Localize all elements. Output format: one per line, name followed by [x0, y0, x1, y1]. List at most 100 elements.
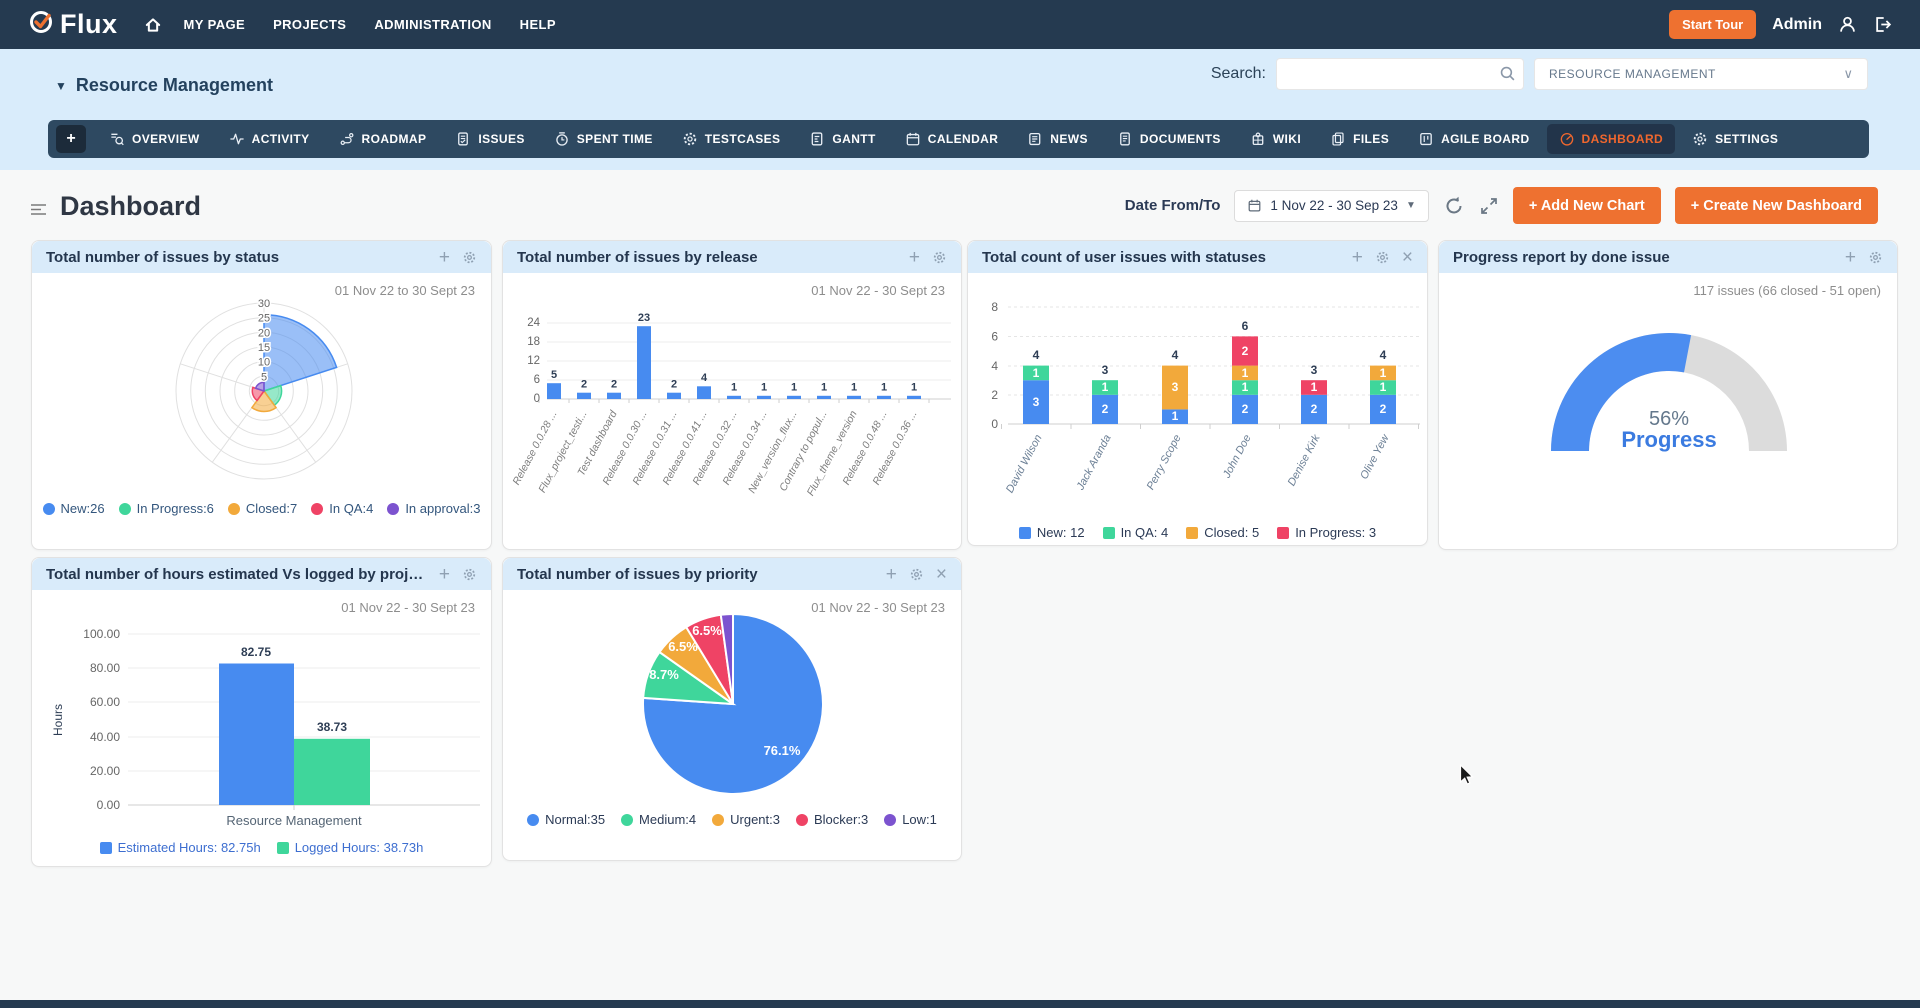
issues-icon — [455, 131, 471, 147]
user-icon[interactable] — [1838, 15, 1857, 34]
add-tab-button[interactable]: + — [56, 125, 86, 153]
legend-item[interactable]: Urgent:3 — [712, 812, 780, 827]
add-icon[interactable]: + — [886, 565, 897, 584]
close-icon[interactable]: × — [936, 565, 947, 584]
gauge-chart: 56% Progress — [1544, 326, 1794, 458]
create-new-dashboard-button[interactable]: + Create New Dashboard — [1675, 187, 1878, 224]
tab-agile-board[interactable]: AGILE BOARD — [1406, 124, 1541, 154]
menu-administration[interactable]: ADMINISTRATION — [374, 17, 491, 32]
main-menu: MY PAGE PROJECTS ADMINISTRATION HELP — [184, 17, 556, 32]
tab-files[interactable]: FILES — [1318, 124, 1401, 154]
date-range-picker[interactable]: 1 Nov 22 - 30 Sep 23 ▼ — [1234, 190, 1429, 222]
legend-item[interactable]: In Progress: 3 — [1277, 525, 1376, 540]
svg-text:1: 1 — [881, 382, 887, 394]
gear-icon[interactable] — [462, 250, 477, 265]
tab-documents[interactable]: DOCUMENTS — [1105, 124, 1233, 154]
gear-icon[interactable] — [909, 567, 924, 582]
svg-text:8: 8 — [991, 300, 998, 314]
legend-item[interactable]: In QA: 4 — [1103, 525, 1169, 540]
polar-area-chart: 30 25 20 15 10 5 — [149, 276, 379, 506]
tab-wiki[interactable]: WIKI — [1238, 124, 1313, 154]
svg-text:8.7%: 8.7% — [649, 667, 679, 682]
card-issues-by-release: Total number of issues by release + 01 N… — [502, 240, 962, 550]
svg-text:60.00: 60.00 — [90, 695, 120, 709]
add-icon[interactable]: + — [1352, 248, 1363, 267]
tab-calendar[interactable]: CALENDAR — [893, 124, 1011, 154]
svg-text:6: 6 — [534, 374, 540, 386]
legend-item[interactable]: Low:1 — [884, 812, 937, 827]
card-progress-report: Progress report by done issue + 117 issu… — [1438, 240, 1898, 550]
project-name: Resource Management — [76, 75, 273, 96]
refresh-icon[interactable] — [1443, 195, 1465, 217]
page-title: Dashboard — [60, 191, 201, 222]
svg-text:4: 4 — [1033, 348, 1040, 362]
calendar-icon — [905, 131, 921, 147]
legend-swatch — [527, 814, 539, 826]
project-band: ▼ Resource Management Search: RESOURCE M… — [0, 49, 1920, 170]
add-new-chart-button[interactable]: + Add New Chart — [1513, 187, 1661, 224]
menu-my-page[interactable]: MY PAGE — [184, 17, 246, 32]
legend-item[interactable]: Medium:4 — [621, 812, 696, 827]
tab-news[interactable]: NEWS — [1015, 124, 1100, 154]
legend-item[interactable]: In Progress:6 — [119, 501, 214, 516]
add-icon[interactable]: + — [909, 248, 920, 267]
svg-text:Resource Management: Resource Management — [226, 813, 362, 828]
svg-text:76.1%: 76.1% — [764, 743, 801, 758]
close-icon[interactable]: × — [1402, 248, 1413, 267]
legend-item[interactable]: Estimated Hours: 82.75h — [100, 840, 261, 855]
search-icon[interactable] — [1499, 65, 1516, 87]
start-tour-button[interactable]: Start Tour — [1669, 10, 1756, 39]
legend-item[interactable]: Blocker:3 — [796, 812, 868, 827]
svg-text:Hours: Hours — [51, 704, 65, 736]
add-icon[interactable]: + — [1845, 248, 1856, 267]
tab-dashboard[interactable]: DASHBOARD — [1547, 124, 1676, 154]
legend-item[interactable]: In QA:4 — [311, 501, 373, 516]
legend-item[interactable]: New: 12 — [1019, 525, 1085, 540]
svg-text:6: 6 — [991, 330, 998, 344]
legend-item[interactable]: New:26 — [43, 501, 105, 516]
tab-testcases[interactable]: TESTCASES — [670, 124, 793, 154]
svg-text:4: 4 — [701, 372, 708, 384]
project-switcher[interactable]: ▼ Resource Management — [55, 75, 273, 96]
svg-text:1: 1 — [851, 382, 857, 394]
project-select[interactable]: RESOURCE MANAGEMENT ∨ — [1534, 58, 1868, 90]
tab-activity[interactable]: ACTIVITY — [217, 124, 322, 154]
svg-text:1: 1 — [1311, 380, 1318, 394]
gear-icon[interactable] — [1375, 250, 1390, 265]
date-range-value: 1 Nov 22 - 30 Sep 23 — [1270, 198, 1398, 213]
search-input[interactable] — [1276, 58, 1524, 90]
gear-icon[interactable] — [932, 250, 947, 265]
legend-item[interactable]: Closed: 5 — [1186, 525, 1259, 540]
fullscreen-icon[interactable] — [1479, 196, 1499, 216]
svg-text:24: 24 — [527, 317, 540, 329]
tab-settings[interactable]: SETTINGS — [1680, 124, 1790, 154]
tab-gantt[interactable]: GANTT — [797, 124, 887, 154]
flux-logo[interactable]: Flux — [28, 9, 118, 40]
legend-item[interactable]: Closed:7 — [228, 501, 297, 516]
menu-projects[interactable]: PROJECTS — [273, 17, 346, 32]
project-tabbar: + OVERVIEW ACTIVITY ROADMAP ISSUES SPENT… — [48, 120, 1869, 158]
logout-icon[interactable] — [1873, 15, 1892, 34]
tab-overview[interactable]: OVERVIEW — [97, 124, 212, 154]
mouse-cursor — [1455, 762, 1479, 786]
svg-text:Olive Yew: Olive Yew — [1358, 432, 1392, 482]
card-subtitle: 117 issues (66 closed - 51 open) — [1693, 283, 1881, 298]
current-user-label[interactable]: Admin — [1772, 16, 1822, 34]
search-label: Search: — [1211, 65, 1266, 83]
menu-help[interactable]: HELP — [520, 17, 556, 32]
legend-item[interactable]: In approval:3 — [387, 501, 480, 516]
gear-icon[interactable] — [462, 567, 477, 582]
add-icon[interactable]: + — [439, 565, 450, 584]
legend-swatch — [1103, 527, 1115, 539]
legend-item[interactable]: Normal:35 — [527, 812, 605, 827]
home-icon[interactable] — [144, 16, 162, 34]
testcases-icon — [682, 131, 698, 147]
legend-item[interactable]: Logged Hours: 38.73h — [277, 840, 424, 855]
gear-icon[interactable] — [1868, 250, 1883, 265]
svg-text:Jack Aranda: Jack Aranda — [1074, 433, 1114, 493]
tab-issues[interactable]: ISSUES — [443, 124, 536, 154]
sidebar-toggle-icon[interactable] — [30, 203, 48, 222]
tab-roadmap[interactable]: ROADMAP — [327, 124, 439, 154]
tab-spent-time[interactable]: SPENT TIME — [542, 124, 665, 154]
add-icon[interactable]: + — [439, 248, 450, 267]
